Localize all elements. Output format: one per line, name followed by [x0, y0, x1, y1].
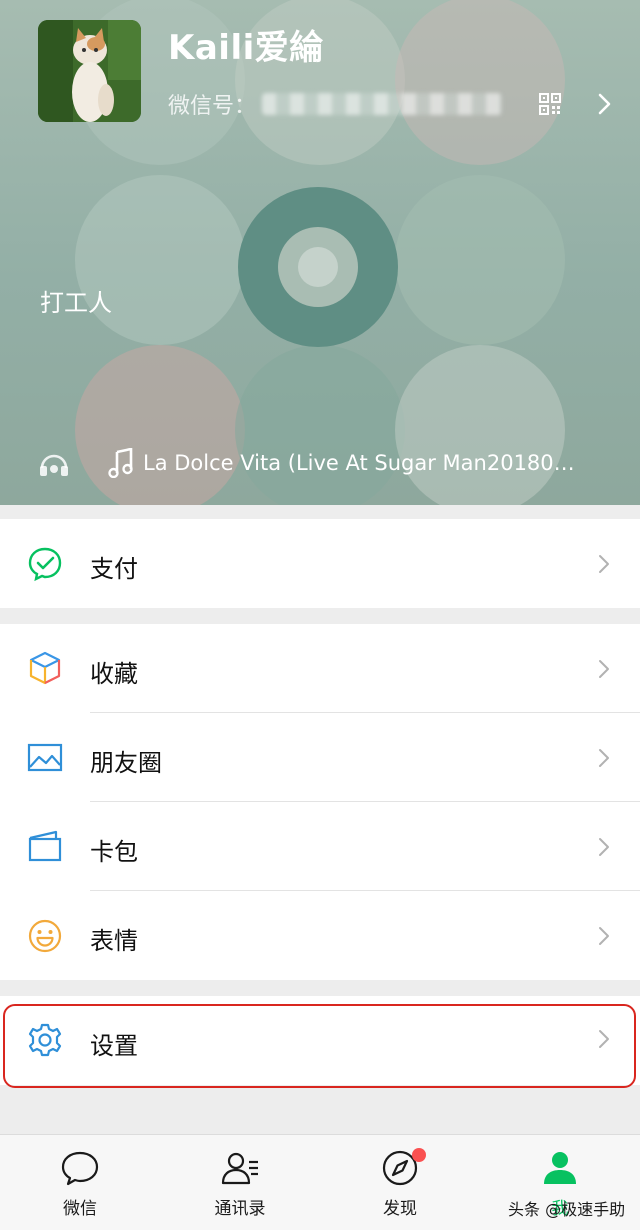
tab-label: 通讯录 [214, 1199, 266, 1219]
music-note-icon [108, 448, 133, 478]
status-text[interactable]: 打工人 [40, 283, 112, 318]
menu-label-pay: 支付 [90, 555, 138, 583]
chevron-right-icon[interactable] [594, 92, 614, 116]
menu-item-pay[interactable]: 支付 [0, 519, 640, 608]
headphone-icon[interactable] [38, 451, 70, 479]
wechat-id-label: 微信号： [168, 94, 257, 119]
chevron-right-icon [599, 838, 609, 856]
menu-label-favorites: 收藏 [90, 660, 138, 688]
avatar[interactable] [38, 20, 141, 122]
me-person-icon [544, 1152, 576, 1184]
chat-bubble-icon [61, 1151, 99, 1186]
qr-code-icon[interactable] [538, 92, 562, 116]
menu-item-favorites[interactable]: 收藏 [0, 624, 640, 713]
contacts-person-icon [221, 1152, 258, 1185]
menu-item-moments[interactable]: 朋友圈 [0, 713, 640, 802]
tab-label: 发现 [383, 1199, 417, 1219]
favorites-cube-icon [29, 651, 61, 685]
now-playing-title[interactable]: La Dolce Vita (Live At Sugar Man20180… [143, 451, 583, 475]
chevron-right-icon [599, 660, 609, 678]
profile-nickname: Kaili爱綸 [168, 28, 324, 68]
menu-item-cards[interactable]: 卡包 [0, 802, 640, 891]
wechat-id-blurred [262, 93, 502, 115]
tab-contacts[interactable]: 通讯录 [185, 1135, 295, 1230]
menu-label-cards: 卡包 [90, 838, 138, 866]
watermark-text: 头条 @极速手助 [508, 1200, 626, 1219]
pay-icon [28, 547, 62, 582]
menu-label-moments: 朋友圈 [90, 749, 162, 777]
moments-picture-icon [27, 743, 63, 772]
settings-highlight-outline [3, 1004, 636, 1088]
notification-dot [412, 1148, 426, 1162]
tab-discover[interactable]: 发现 [345, 1135, 455, 1230]
tab-label: 微信 [63, 1199, 97, 1219]
tab-chats[interactable]: 微信 [25, 1135, 135, 1230]
chevron-right-icon [599, 927, 609, 945]
profile-header[interactable]: Kaili爱綸 微信号： 打工人 La Dolce Vita (Live At … [0, 0, 640, 505]
chevron-right-icon [599, 555, 609, 573]
menu-label-stickers: 表情 [90, 927, 138, 955]
card-wallet-icon [28, 830, 62, 862]
menu-item-stickers[interactable]: 表情 [0, 891, 640, 980]
smiley-face-icon [28, 919, 62, 953]
chevron-right-icon [599, 749, 609, 767]
